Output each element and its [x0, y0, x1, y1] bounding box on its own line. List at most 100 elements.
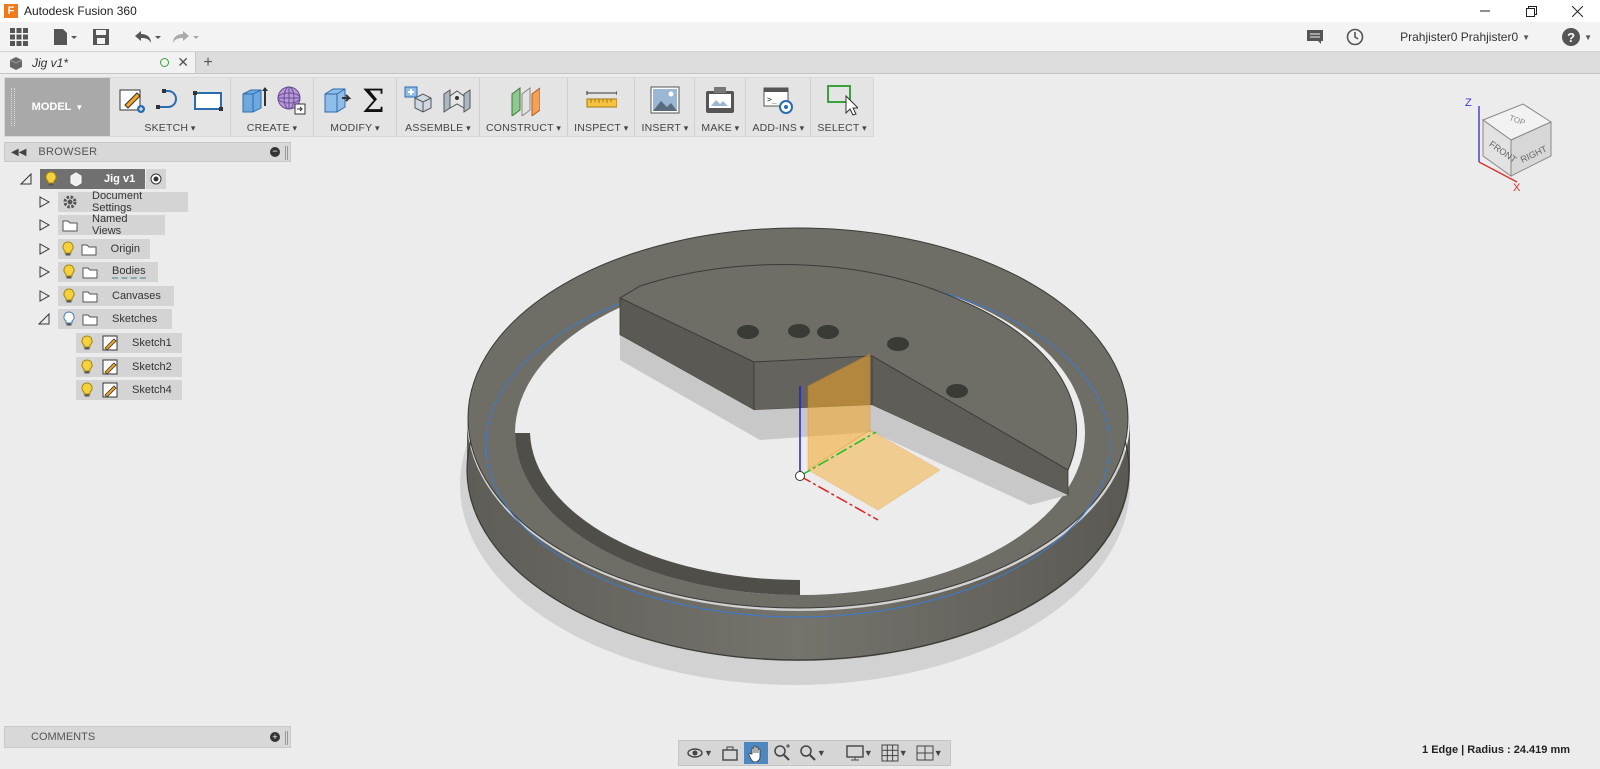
expand-triangle-icon[interactable] [38, 196, 50, 208]
expand-triangle-icon[interactable] [38, 219, 50, 231]
redo-button[interactable] [170, 25, 200, 49]
tree-root-row[interactable]: Jig v1 [18, 169, 167, 189]
workspace-switcher[interactable]: MODEL ▼ [5, 78, 110, 136]
tree-item-sketch1[interactable]: Sketch1 [76, 333, 182, 353]
line-icon[interactable] [154, 84, 186, 116]
viewports-icon [916, 745, 934, 761]
zoom-window-icon [800, 745, 816, 761]
radio-target-icon [150, 173, 162, 185]
close-tab-button[interactable]: ✕ [177, 54, 189, 71]
comments-panel-header[interactable]: COMMENTS + [4, 726, 291, 748]
window-title: Autodesk Fusion 360 [24, 4, 137, 18]
collapse-triangle-icon[interactable] [38, 313, 50, 325]
restore-button[interactable] [1508, 0, 1554, 22]
quick-access-right: Prahjister0 Prahjister0 ▼ ? ▼ [1306, 22, 1592, 52]
save-icon [93, 28, 109, 45]
tree-item-document-settings[interactable]: Document Settings [36, 190, 188, 214]
hole[interactable] [737, 325, 759, 339]
lightbulb-off-icon[interactable] [62, 311, 76, 327]
clock-icon [1346, 28, 1364, 46]
comment-bubble-icon [1307, 30, 1324, 44]
save-button[interactable] [92, 25, 110, 49]
pan-button[interactable] [743, 742, 768, 764]
display-settings-button[interactable]: ▼ [843, 742, 876, 764]
add-comment-icon[interactable]: + [270, 732, 280, 742]
lightbulb-icon[interactable] [62, 264, 76, 280]
root-component[interactable]: Jig v1 [40, 169, 146, 189]
tree-item-sketch4[interactable]: Sketch4 [76, 380, 182, 400]
user-name: Prahjister0 Prahjister0 [1400, 30, 1519, 44]
chevron-down-icon: ▼ [933, 748, 943, 758]
extrude-icon[interactable] [237, 84, 269, 116]
restore-icon [1525, 5, 1537, 17]
hole[interactable] [788, 324, 810, 338]
hole[interactable] [817, 325, 839, 339]
grid-icon [10, 27, 28, 46]
collapse-panel-icon[interactable]: ◀◀ [11, 147, 26, 158]
tree-item-origin[interactable]: Origin [36, 239, 150, 259]
user-menu[interactable]: Prahjister0 Prahjister0 ▼ [1400, 30, 1530, 44]
tree-item-label: Document Settings [92, 190, 143, 214]
tree-item-named-views[interactable]: Named Views [36, 213, 165, 237]
grid-icon [881, 744, 899, 762]
rectangle-icon[interactable] [192, 84, 224, 116]
activate-component-button[interactable] [146, 169, 167, 189]
orbit-icon [687, 748, 703, 758]
resize-grip-icon[interactable] [285, 146, 288, 160]
look-at-button[interactable] [718, 742, 742, 764]
help-button[interactable]: ? ▼ [1562, 28, 1592, 46]
minimize-browser-icon[interactable]: − [270, 147, 280, 157]
zoom-button[interactable] [770, 742, 794, 764]
job-status-button[interactable] [1306, 29, 1324, 45]
tree-item-sketches[interactable]: Sketches [36, 309, 172, 329]
new-tab-button[interactable]: + [196, 52, 220, 73]
chevron-down-icon: ▼ [75, 102, 84, 112]
fit-button[interactable]: ▼ [796, 742, 829, 764]
browser-panel-header[interactable]: ◀◀ BROWSER − [4, 142, 291, 162]
lightbulb-icon[interactable] [80, 335, 94, 351]
collapse-triangle-icon[interactable] [20, 173, 32, 185]
undo-button[interactable] [132, 25, 162, 49]
document-tab-bar: Jig v1* ✕ + [0, 52, 1600, 74]
file-menu-button[interactable] [52, 25, 78, 49]
sketch-group-label: SKETCH [144, 122, 195, 134]
sketch-icon [102, 359, 118, 375]
tree-item-label: Bodies [112, 265, 146, 279]
origin-point[interactable] [795, 471, 805, 481]
component-icon [9, 56, 23, 70]
grid-settings-button[interactable]: ▼ [878, 742, 911, 764]
expand-triangle-icon[interactable] [38, 266, 50, 278]
lightbulb-icon[interactable] [80, 359, 94, 375]
viewcube[interactable]: TOP FRONT RIGHT Z X [1465, 90, 1575, 200]
viewcube-z-label: Z [1465, 97, 1472, 109]
create-sketch-icon[interactable] [116, 84, 148, 116]
expand-triangle-icon[interactable] [38, 290, 50, 302]
selection-status: 1 Edge | Radius : 24.419 mm [1422, 744, 1570, 756]
quick-access-toolbar: Prahjister0 Prahjister0 ▼ ? ▼ [0, 22, 1600, 52]
expand-triangle-icon[interactable] [38, 243, 50, 255]
sketch-group[interactable]: SKETCH [110, 78, 231, 136]
hole[interactable] [946, 384, 968, 398]
lightbulb-icon[interactable] [80, 382, 94, 398]
lightbulb-icon[interactable] [62, 288, 76, 304]
orbit-button[interactable]: ▼ [683, 742, 716, 764]
tree-item-label: Named Views [92, 213, 128, 237]
close-window-button[interactable] [1554, 0, 1600, 22]
lightbulb-icon[interactable] [62, 241, 75, 257]
chevron-down-icon: ▼ [816, 748, 826, 758]
tab-jig-v1[interactable]: Jig v1* ✕ [0, 52, 196, 73]
data-panel-button[interactable] [10, 25, 28, 49]
tree-item-canvases[interactable]: Canvases [36, 286, 174, 306]
zoom-icon [774, 744, 790, 761]
tree-item-sketch2[interactable]: Sketch2 [76, 357, 182, 377]
history-button[interactable] [1346, 28, 1364, 46]
tree-item-bodies[interactable]: Bodies [36, 262, 158, 282]
hole[interactable] [887, 337, 909, 351]
minimize-button[interactable] [1462, 0, 1508, 22]
viewports-button[interactable]: ▼ [913, 742, 946, 764]
model-viewport[interactable] [300, 80, 1590, 720]
resize-grip-icon[interactable] [285, 731, 288, 745]
lightbulb-icon[interactable] [44, 171, 58, 187]
workspace-label: MODEL [31, 101, 72, 113]
folder-icon [81, 241, 97, 257]
